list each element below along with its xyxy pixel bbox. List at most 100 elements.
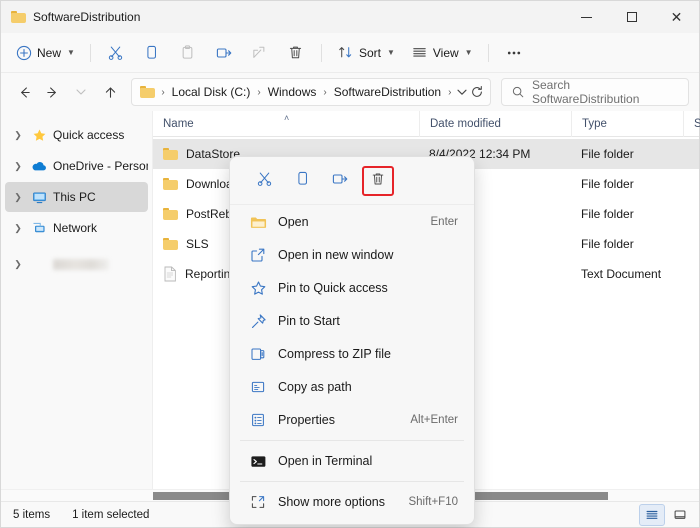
context-menu-item-copy-as-path[interactable]: Copy as path (234, 371, 470, 403)
context-menu-icon-row (230, 161, 474, 205)
view-icon (411, 44, 428, 61)
folder-icon (163, 178, 178, 190)
breadcrumb-separator: › (256, 87, 261, 98)
cloud-icon (31, 158, 47, 174)
context-menu-item-label: Show more options (278, 495, 385, 509)
context-menu-item-properties[interactable]: Properties Alt+Enter (234, 404, 470, 436)
copy-button[interactable] (135, 38, 169, 68)
column-headers: Name ˄ Date modified Type Size (153, 111, 699, 137)
sidebar-item-this-pc[interactable]: ❯ This PC (5, 182, 148, 212)
breadcrumb-separator: › (447, 87, 452, 98)
row-type-cell: File folder (571, 199, 683, 229)
row-size-cell (683, 259, 699, 289)
sidebar-item-network[interactable]: ❯ Network (5, 213, 148, 243)
terminal-icon (248, 454, 268, 469)
breadcrumb-item-2[interactable]: SoftwareDistribution (330, 83, 445, 101)
column-header-size[interactable]: Size (683, 111, 700, 137)
context-menu-item-open-in-terminal[interactable]: Open in Terminal (234, 445, 470, 477)
context-menu-item-show-more-options[interactable]: Show more options Shift+F10 (234, 486, 470, 518)
breadcrumb[interactable]: › Local Disk (C:) › Windows › SoftwareDi… (131, 78, 491, 106)
folder-icon (248, 215, 268, 230)
chevron-right-icon[interactable]: ❯ (11, 192, 25, 203)
window-controls: ✕ (564, 1, 699, 33)
star-icon (31, 127, 47, 143)
context-menu-item-pin-to-quick-access[interactable]: Pin to Quick access (234, 272, 470, 304)
column-header-name[interactable]: Name ˄ (153, 111, 419, 137)
trash-icon (287, 44, 304, 61)
context-delete-button[interactable] (362, 166, 394, 196)
context-rename-button[interactable] (324, 166, 356, 196)
context-copy-button[interactable] (286, 166, 318, 196)
folder-icon (140, 86, 155, 98)
new-button[interactable]: New ▼ (9, 38, 82, 68)
sort-button-label: Sort (359, 46, 381, 60)
share-icon (251, 44, 268, 61)
new-button-label: New (37, 46, 61, 60)
chevron-down-icon: ▼ (465, 48, 473, 57)
context-menu-item-label: Open in new window (278, 248, 393, 262)
context-cut-button[interactable] (248, 166, 280, 196)
context-menu-item-label: Properties (278, 413, 335, 427)
chevron-right-icon[interactable]: ❯ (11, 259, 25, 270)
view-toggle-group (639, 504, 693, 526)
row-type-cell: File folder (571, 139, 683, 169)
sidebar-item-onedrive[interactable]: ❯ OneDrive - Personal (5, 151, 148, 181)
context-menu-item-accel: Alt+Enter (410, 414, 458, 426)
up-button[interactable] (97, 78, 124, 106)
chevron-right-icon[interactable]: ❯ (11, 223, 25, 234)
sidebar-item-label: This PC (53, 190, 96, 204)
context-menu-item-label: Pin to Start (278, 314, 340, 328)
search-input[interactable]: Search SoftwareDistribution (532, 78, 679, 106)
folder-icon (163, 238, 178, 250)
breadcrumb-item-1[interactable]: Windows (264, 83, 321, 101)
forward-button[interactable] (40, 78, 67, 106)
delete-button[interactable] (279, 38, 313, 68)
chevron-down-icon: ▼ (67, 48, 75, 57)
toolbar-separator-3 (488, 44, 489, 62)
breadcrumb-item-0[interactable]: Local Disk (C:) (168, 83, 255, 101)
title-bar: SoftwareDistribution ✕ (1, 1, 699, 33)
sidebar-item-quick-access[interactable]: ❯ Quick access (5, 120, 148, 150)
close-icon: ✕ (671, 10, 683, 24)
more-options-icon (248, 494, 268, 510)
column-header-type[interactable]: Type (571, 111, 683, 137)
minimize-button[interactable] (564, 1, 609, 33)
sort-button[interactable]: Sort ▼ (330, 38, 402, 68)
maximize-button[interactable] (609, 1, 654, 33)
toolbar-separator (90, 44, 91, 62)
details-view-button[interactable] (639, 504, 665, 526)
chevron-right-icon[interactable]: ❯ (11, 161, 25, 172)
view-button[interactable]: View ▼ (404, 38, 480, 68)
explorer-body: ❯ Quick access ❯ OneDrive - Personal ❯ T… (1, 111, 699, 489)
sidebar-item-redacted[interactable]: ❯ (5, 249, 148, 279)
redacted-icon (31, 256, 47, 272)
search-icon (511, 85, 525, 99)
context-menu-item-open[interactable]: Open Enter (234, 206, 470, 238)
back-button[interactable] (11, 78, 38, 106)
share-button[interactable] (243, 38, 277, 68)
close-button[interactable]: ✕ (654, 1, 699, 33)
previous-locations-button[interactable] (456, 80, 468, 104)
column-header-date-modified[interactable]: Date modified (419, 111, 571, 137)
context-menu-item-compress-to-zip[interactable]: Compress to ZIP file (234, 338, 470, 370)
context-menu: Open Enter Open in new window Pin to Qui… (229, 156, 475, 525)
window-title: SoftwareDistribution (33, 10, 140, 24)
view-button-label: View (433, 46, 459, 60)
context-menu-item-pin-to-start[interactable]: Pin to Start (234, 305, 470, 337)
window-tab[interactable]: SoftwareDistribution (11, 1, 140, 33)
paste-button[interactable] (171, 38, 205, 68)
cut-button[interactable] (99, 38, 133, 68)
large-icons-view-button[interactable] (667, 504, 693, 526)
chevron-right-icon[interactable]: ❯ (11, 130, 25, 141)
see-more-button[interactable] (497, 38, 531, 68)
toolbar-separator-2 (321, 44, 322, 62)
ellipsis-icon (505, 44, 523, 62)
rename-button[interactable] (207, 38, 241, 68)
context-menu-item-open-in-new-window[interactable]: Open in new window (234, 239, 470, 271)
refresh-button[interactable] (470, 80, 484, 104)
recent-locations-button[interactable] (68, 78, 95, 106)
column-header-size-label: Size (694, 118, 700, 130)
search-box[interactable]: Search SoftwareDistribution (501, 78, 689, 106)
pin-icon (248, 313, 268, 330)
monitor-icon (31, 189, 47, 205)
